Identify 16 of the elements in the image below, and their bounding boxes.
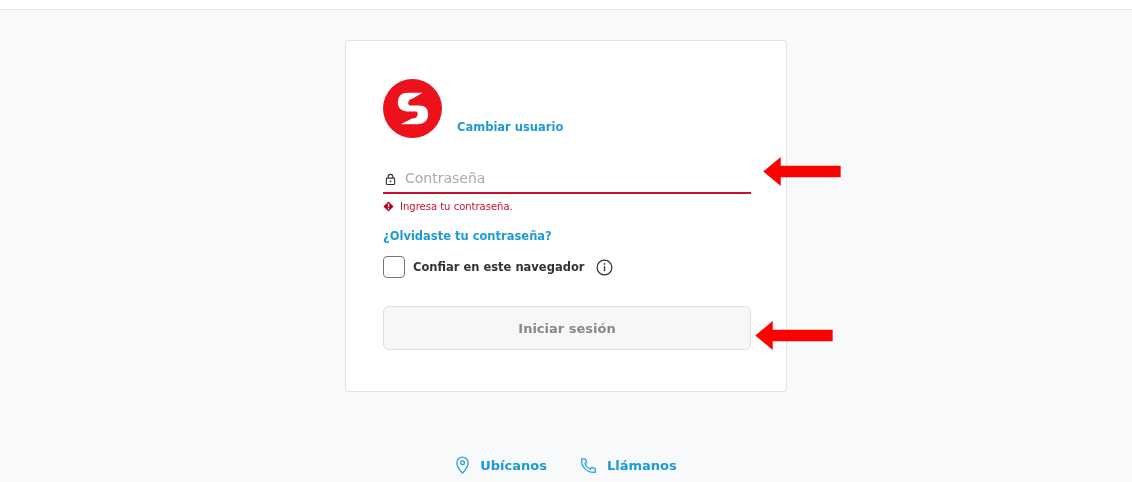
footer-link[interactable]: Ubícanos bbox=[455, 456, 547, 475]
logo-icon bbox=[383, 79, 442, 138]
footer-link[interactable]: Llámanos bbox=[579, 456, 677, 475]
location-pin-icon bbox=[455, 456, 471, 475]
forgot-password-link[interactable]: ¿Olvidaste tu contraseña? bbox=[383, 229, 749, 243]
change-user-link[interactable]: Cambiar usuario bbox=[457, 120, 564, 134]
lock-icon bbox=[385, 173, 396, 185]
arrow-icon bbox=[763, 157, 841, 186]
phone-icon bbox=[579, 456, 597, 475]
arrow-icon bbox=[755, 321, 833, 350]
error-message: Ingresa tu contraseña. bbox=[400, 201, 513, 212]
error-icon bbox=[383, 201, 394, 212]
trust-label: Confiar en este navegador bbox=[413, 260, 585, 274]
trust-checkbox[interactable] bbox=[383, 256, 405, 278]
password-field[interactable]: Contraseña bbox=[383, 164, 751, 194]
info-icon[interactable] bbox=[596, 258, 614, 276]
